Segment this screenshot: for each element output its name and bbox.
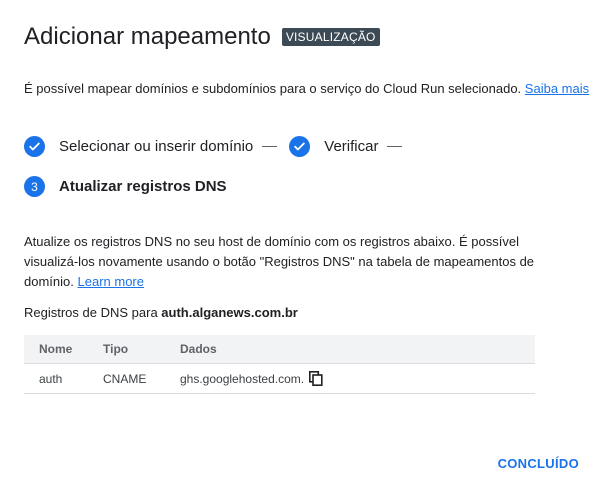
done-button[interactable]: CONCLUÍDO [498, 456, 579, 471]
dialog-title: Adicionar mapeamento [24, 23, 271, 50]
cell-type: CNAME [103, 363, 180, 394]
table-header-row: Nome Tipo Dados [24, 335, 535, 364]
column-header-type: Tipo [103, 335, 180, 364]
dns-domain: auth.alganews.com.br [161, 305, 298, 320]
step-number: 3 [24, 176, 45, 197]
add-mapping-dialog: Adicionar mapeamento VISUALIZAÇÃO É poss… [0, 0, 602, 495]
check-circle-icon [289, 136, 311, 157]
step-label: Atualizar registros DNS [59, 177, 227, 195]
learn-more-link[interactable]: Learn more [78, 274, 144, 289]
data-cell-content: ghs.googlehosted.com. [180, 371, 535, 386]
intro-message: É possível mapear domínios e subdomínios… [24, 81, 522, 96]
step-select-domain: Selecionar ou inserir domínio [24, 136, 253, 157]
intro-text: É possível mapear domínios e subdomínios… [24, 80, 589, 98]
dialog-header: Adicionar mapeamento VISUALIZAÇÃO [24, 22, 380, 52]
step-label: Selecionar ou inserir domínio [59, 137, 254, 155]
preview-badge: VISUALIZAÇÃO [281, 28, 380, 46]
dns-description: Atualize os registros DNS no seu host de… [24, 232, 544, 292]
column-header-data: Dados [180, 335, 535, 364]
step-update-dns: 3 Atualizar registros DNS [24, 176, 227, 197]
step-label: Verificar [324, 137, 379, 155]
column-header-name: Nome [24, 335, 103, 364]
dns-records-table: Nome Tipo Dados auth CNAME ghs.googlehos… [24, 335, 535, 394]
cell-name: auth [24, 363, 103, 394]
cell-data: ghs.googlehosted.com. [180, 363, 535, 394]
check-circle-icon [24, 136, 45, 157]
table-row: auth CNAME ghs.googlehosted.com. [24, 363, 535, 394]
dns-records-caption: Registros de DNS para auth.alganews.com.… [24, 304, 298, 322]
step-connector [262, 146, 278, 147]
step-connector [387, 146, 403, 147]
step-verify: Verificar [289, 136, 378, 157]
cell-data-value: ghs.googlehosted.com. [180, 371, 305, 386]
learn-more-link-intro[interactable]: Saiba mais [525, 81, 589, 96]
copy-icon[interactable] [309, 371, 323, 386]
dns-caption-prefix: Registros de DNS para [24, 305, 158, 320]
stepper-row: Selecionar ou inserir domínio Verificar [24, 136, 414, 157]
